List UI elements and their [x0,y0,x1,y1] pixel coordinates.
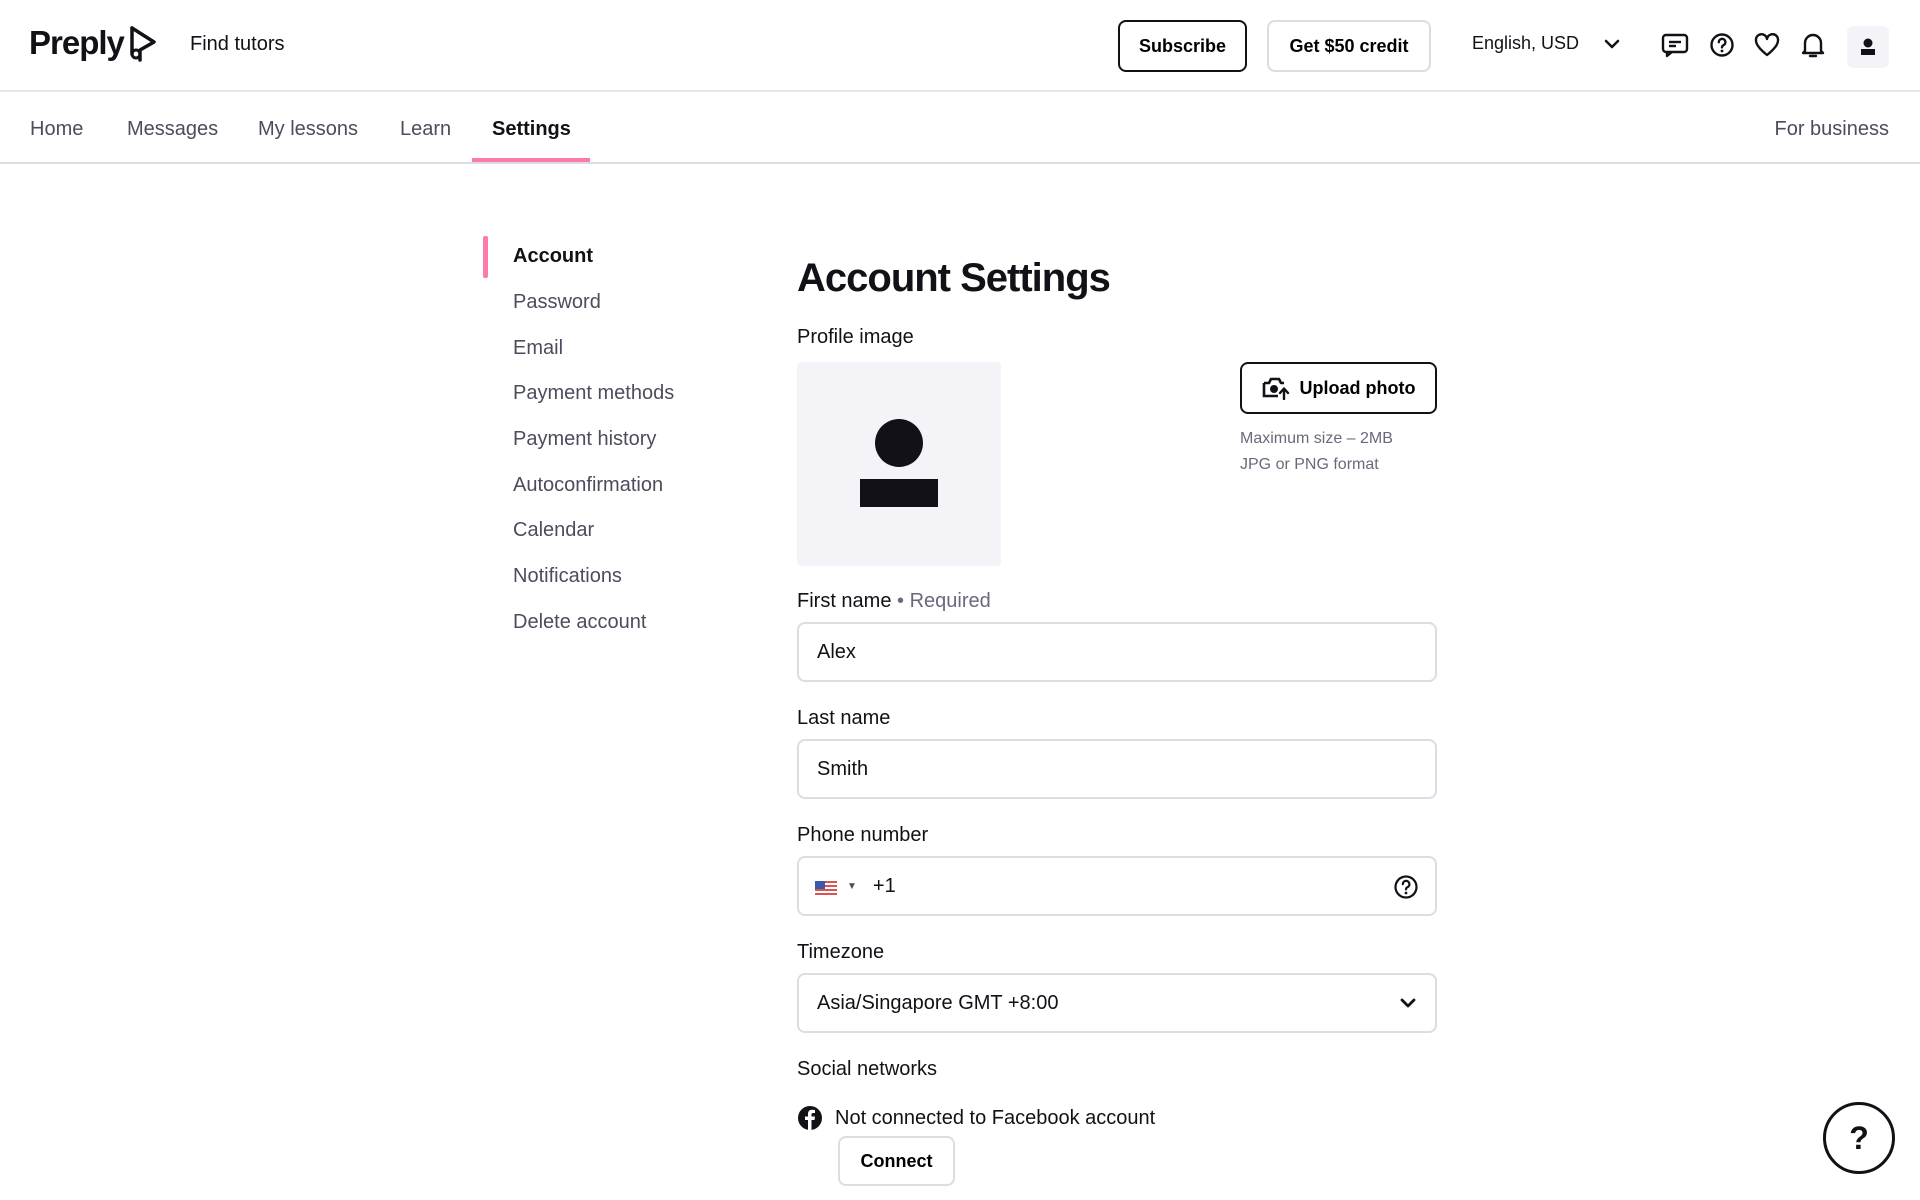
logo-text: Preply [29,24,125,61]
profile-image-label: Profile image [797,326,914,348]
for-business-link[interactable]: For business [1775,118,1890,141]
phone-country-code: +1 [872,874,896,897]
heart-icon[interactable] [1752,30,1782,60]
first-name-input[interactable]: Alex [797,622,1437,682]
sidebar-item-payment-history[interactable]: Payment history [513,428,656,451]
sidebar-item-delete-account[interactable]: Delete account [513,611,646,634]
sidebar-item-autoconfirmation[interactable]: Autoconfirmation [513,474,663,497]
page-title: Account Settings [797,256,1111,300]
tab-learn[interactable]: Learn [400,118,451,141]
sidebar-item-calendar[interactable]: Calendar [513,519,594,542]
upload-hint: Maximum size – 2MB JPG or PNG format [1240,426,1393,478]
upload-hint-format: JPG or PNG format [1240,456,1379,473]
phone-number-label: Phone number [797,824,929,846]
user-icon [1861,38,1875,55]
last-name-value: Smith [817,757,869,780]
country-caret-icon[interactable]: ▼ [847,881,857,892]
language-currency-value: English, USD [1472,33,1580,53]
logo-mark-icon [130,26,156,62]
social-networks-label: Social networks [797,1058,938,1080]
tab-messages[interactable]: Messages [127,118,218,141]
first-name-label-text: First name [797,590,892,612]
messages-icon[interactable] [1660,30,1690,60]
find-tutors-link[interactable]: Find tutors [190,33,284,56]
timezone-select[interactable]: Asia/Singapore GMT +8:00 [797,973,1437,1033]
help-chat-button[interactable]: ? [1823,1102,1895,1174]
subscribe-button[interactable]: Subscribe [1118,20,1247,72]
sidebar-item-email[interactable]: Email [513,337,563,360]
required-indicator: • Required [897,590,991,612]
get-credit-button[interactable]: Get $50 credit [1267,20,1431,72]
active-tab-indicator [472,158,590,162]
chevron-down-icon [1604,39,1620,48]
bell-icon[interactable] [1798,30,1828,60]
active-sidebar-indicator [483,236,488,278]
connect-facebook-button[interactable]: Connect [838,1136,955,1186]
facebook-status-text: Not connected to Facebook account [835,1106,1156,1129]
user-placeholder-icon [860,419,938,507]
tab-home[interactable]: Home [30,118,83,141]
phone-number-input[interactable]: ▼ +1 [797,856,1437,916]
sidebar-item-account[interactable]: Account [513,245,593,268]
chevron-down-icon [1399,993,1417,1019]
sidebar-item-notifications[interactable]: Notifications [513,565,622,588]
help-icon[interactable] [1707,30,1737,60]
profile-image-placeholder [797,362,1001,566]
phone-help-icon[interactable] [1393,874,1419,906]
camera-upload-icon [1262,377,1289,400]
first-name-label: First name • Required [797,590,991,613]
upload-photo-label: Upload photo [1299,377,1416,398]
timezone-label: Timezone [797,941,885,963]
facebook-connection-row: Not connected to Facebook account [797,1105,1155,1131]
upload-hint-size: Maximum size – 2MB [1240,430,1393,447]
upload-photo-button[interactable]: Upload photo [1240,362,1437,414]
last-name-input[interactable]: Smith [797,739,1437,799]
tab-my-lessons[interactable]: My lessons [258,118,358,141]
us-flag-icon[interactable] [815,879,837,896]
first-name-value: Alex [817,640,856,663]
sidebar-item-password[interactable]: Password [513,291,601,314]
main-nav: Home Messages My lessons Learn Settings … [0,92,1920,164]
user-avatar-button[interactable] [1847,26,1889,68]
last-name-label: Last name [797,707,891,729]
preply-logo[interactable]: Preply [29,24,158,62]
top-header: Preply Find tutors Subscribe Get $50 cre… [0,0,1920,92]
timezone-value: Asia/Singapore GMT +8:00 [817,991,1059,1014]
tab-settings[interactable]: Settings [492,118,571,141]
sidebar-item-payment-methods[interactable]: Payment methods [513,382,674,405]
language-currency-select[interactable]: English, USD [1472,33,1621,54]
facebook-icon [798,1106,822,1130]
